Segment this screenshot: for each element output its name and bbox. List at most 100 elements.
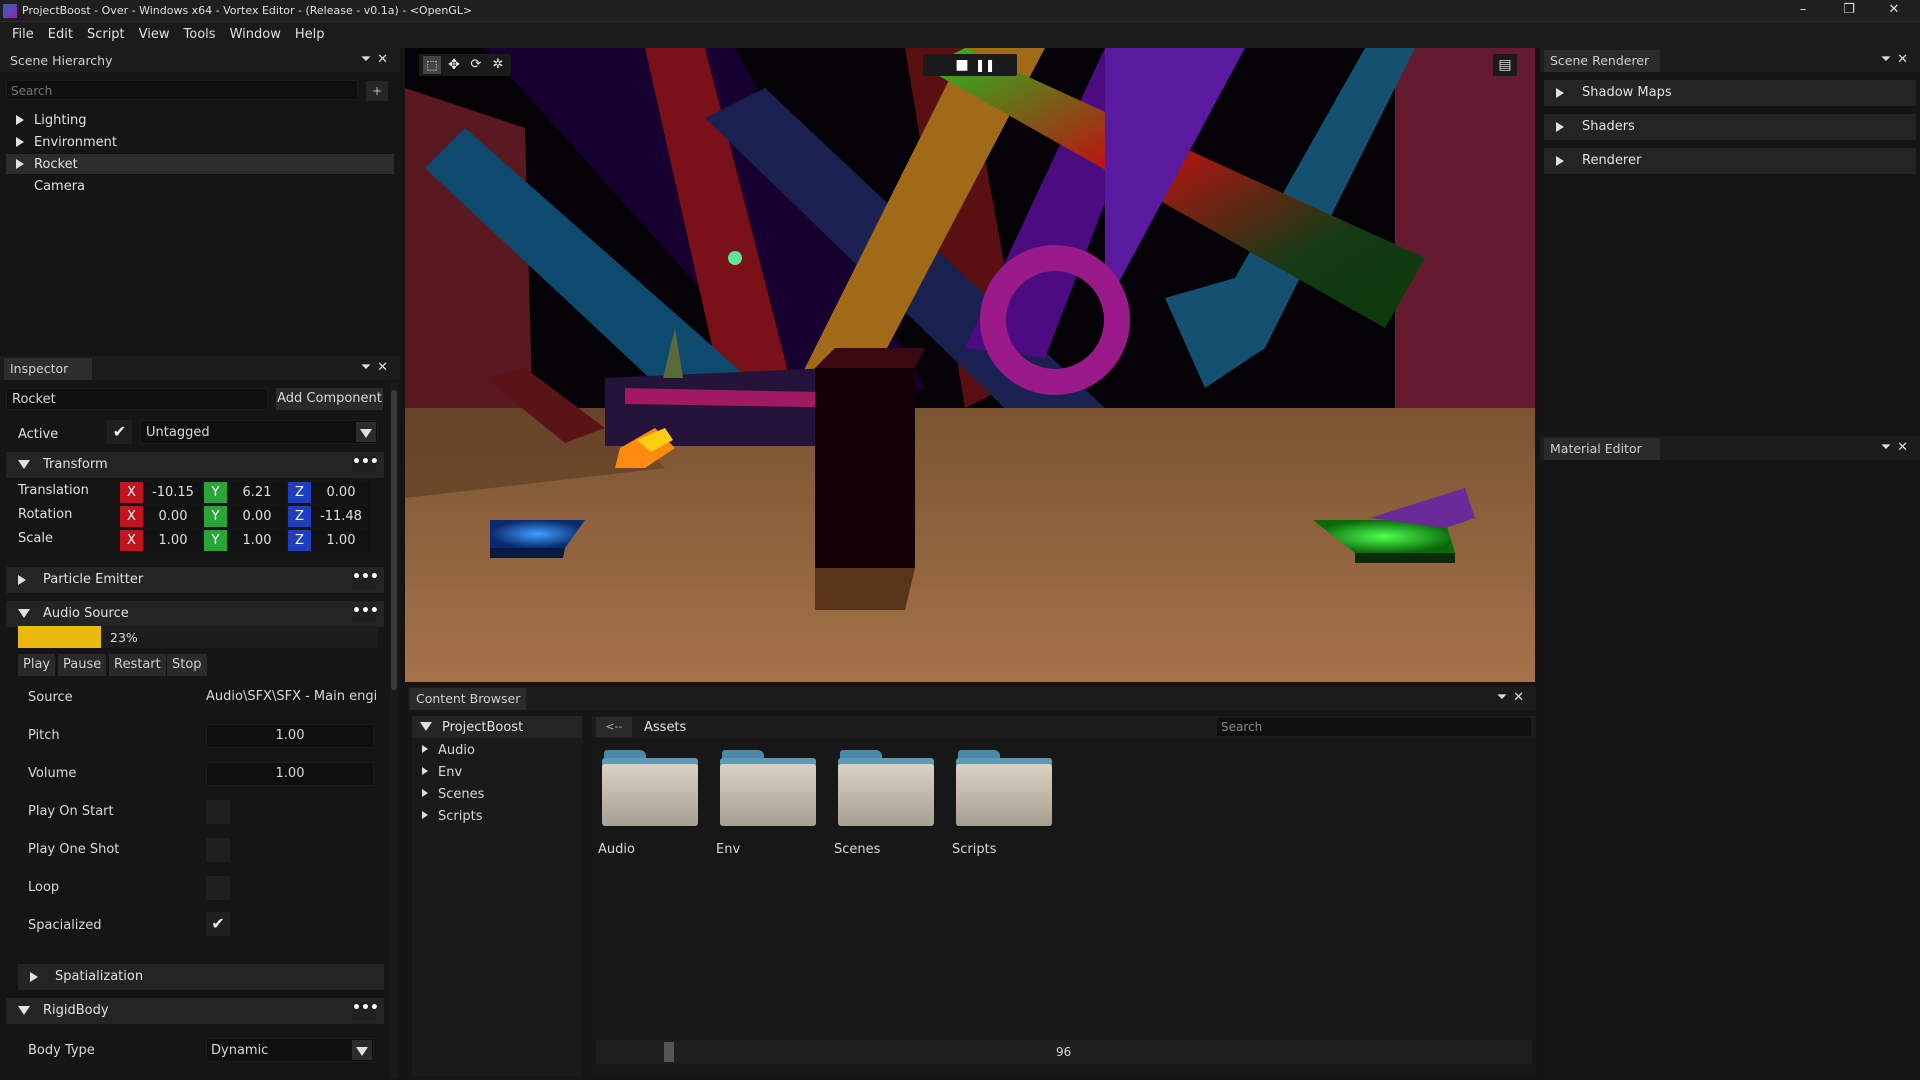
- play-on-start-checkbox[interactable]: [206, 800, 230, 824]
- body-type-dropdown[interactable]: Dynamic: [206, 1038, 374, 1062]
- spatialization-header[interactable]: Spatialization: [18, 964, 384, 990]
- folder-icon: [956, 750, 1052, 830]
- tree-item[interactable]: Scripts: [412, 806, 582, 826]
- maximize-button[interactable]: ❐: [1829, 0, 1869, 22]
- minimize-button[interactable]: –: [1783, 0, 1823, 22]
- hierarchy-item[interactable]: Camera: [6, 176, 394, 196]
- menu-window[interactable]: Window: [223, 22, 288, 48]
- transform-x-field[interactable]: -10.15: [144, 482, 202, 503]
- transform-y-field[interactable]: 6.21: [228, 482, 286, 503]
- tab-inspector[interactable]: Inspector: [4, 358, 92, 380]
- close-panel-icon[interactable]: ✕: [377, 360, 394, 375]
- folder-grid: Audio Env Scenes Scripts: [598, 750, 1528, 870]
- thumbnail-size-slider[interactable]: 96: [596, 1040, 1532, 1064]
- panel-options-icon[interactable]: ⏷: [1881, 52, 1897, 67]
- panel-options-icon[interactable]: ⏷: [1497, 690, 1513, 705]
- panel-options-icon[interactable]: ⏷: [361, 52, 377, 67]
- tree-item[interactable]: Env: [412, 762, 582, 782]
- add-entity-button[interactable]: +: [366, 81, 388, 101]
- tab-material-editor[interactable]: Material Editor: [1544, 438, 1660, 460]
- renderer-section-header[interactable]: Shadow Maps: [1544, 80, 1916, 106]
- assets-search-input[interactable]: Search: [1216, 717, 1532, 737]
- tab-content-browser[interactable]: Content Browser: [410, 688, 526, 710]
- menu-script[interactable]: Script: [80, 22, 132, 48]
- menu-view[interactable]: View: [132, 22, 177, 48]
- audio-source-header[interactable]: Audio Source •••: [6, 601, 384, 627]
- panel-options-icon[interactable]: ⏷: [1881, 440, 1897, 455]
- particle-emitter-header[interactable]: Particle Emitter •••: [6, 567, 384, 593]
- more-options-icon[interactable]: •••: [352, 604, 379, 623]
- transform-y-field[interactable]: 0.00: [228, 506, 286, 527]
- move-tool-icon[interactable]: ✥: [445, 56, 463, 74]
- expand-arrow-icon: [16, 159, 24, 169]
- play-one-shot-checkbox[interactable]: [206, 838, 230, 862]
- renderer-section-header[interactable]: Shaders: [1544, 114, 1916, 140]
- pause-button[interactable]: Pause: [58, 654, 107, 676]
- hierarchy-search-input[interactable]: Search: [6, 80, 358, 100]
- tree-item[interactable]: Audio: [412, 740, 582, 760]
- scene-viewport[interactable]: ⬚ ✥ ⟳ ✲ ■ ❚❚ ▤: [405, 48, 1535, 682]
- volume-field[interactable]: 1.00: [206, 762, 374, 786]
- hierarchy-item[interactable]: Rocket: [6, 154, 394, 174]
- entity-name-field[interactable]: Rocket: [6, 388, 268, 410]
- body-type-label: Body Type: [28, 1043, 95, 1058]
- menu-help[interactable]: Help: [288, 22, 332, 48]
- hierarchy-item[interactable]: Environment: [6, 132, 394, 152]
- transform-z-field[interactable]: 1.00: [312, 530, 370, 551]
- tree-item-label: Scenes: [438, 787, 485, 802]
- slider-thumb[interactable]: [664, 1042, 674, 1062]
- tab-scene-renderer[interactable]: Scene Renderer: [1544, 50, 1660, 72]
- rigidbody-header[interactable]: RigidBody •••: [6, 998, 384, 1024]
- tree-root[interactable]: ProjectBoost: [412, 716, 582, 738]
- axis-z-label: Z: [288, 506, 311, 527]
- play-button[interactable]: Play: [18, 654, 56, 676]
- menu-file[interactable]: File: [5, 22, 41, 48]
- pause-icon[interactable]: ❚❚: [975, 56, 995, 74]
- panel-options-icon[interactable]: ⏷: [361, 360, 377, 375]
- more-options-icon[interactable]: •••: [352, 1001, 379, 1020]
- close-window-button[interactable]: ✕: [1874, 0, 1914, 22]
- stop-button[interactable]: Stop: [167, 654, 207, 676]
- close-panel-icon[interactable]: ✕: [1513, 690, 1530, 705]
- rotate-tool-icon[interactable]: ⟳: [467, 56, 485, 74]
- more-options-icon[interactable]: •••: [352, 455, 379, 474]
- active-checkbox[interactable]: ✔: [107, 420, 132, 444]
- scale-tool-icon[interactable]: ✲: [489, 56, 507, 74]
- hierarchy-item[interactable]: Lighting: [6, 110, 394, 130]
- transform-z-field[interactable]: 0.00: [312, 482, 370, 503]
- stop-icon[interactable]: ■: [953, 56, 971, 74]
- loop-checkbox[interactable]: [206, 876, 230, 900]
- transform-grid: Translation X -10.15 Y 6.21 Z 0.00 Rotation X 0.0…: [0, 482, 390, 554]
- transform-y-field[interactable]: 1.00: [228, 530, 286, 551]
- close-panel-icon[interactable]: ✕: [377, 52, 394, 67]
- pitch-field[interactable]: 1.00: [206, 724, 374, 748]
- menu-edit[interactable]: Edit: [41, 22, 80, 48]
- back-button[interactable]: <--: [596, 717, 632, 737]
- renderer-section-header[interactable]: Renderer: [1544, 148, 1916, 174]
- add-component-button[interactable]: Add Component: [276, 388, 383, 410]
- folder-item[interactable]: Scripts: [952, 750, 1062, 870]
- transform-z-field[interactable]: -11.48: [312, 506, 370, 527]
- spacialized-checkbox[interactable]: ✔: [206, 912, 230, 936]
- more-options-icon[interactable]: •••: [352, 570, 379, 589]
- transform-header[interactable]: Transform •••: [6, 452, 384, 478]
- transform-x-field[interactable]: 1.00: [144, 530, 202, 551]
- tree-item[interactable]: Scenes: [412, 784, 582, 804]
- folder-item[interactable]: Env: [716, 750, 826, 870]
- expand-arrow-icon: [1556, 122, 1564, 132]
- close-panel-icon[interactable]: ✕: [1897, 440, 1914, 455]
- select-tool-icon[interactable]: ⬚: [423, 56, 441, 74]
- transform-x-field[interactable]: 0.00: [144, 506, 202, 527]
- folder-item[interactable]: Scenes: [834, 750, 944, 870]
- tab-scene-hierarchy[interactable]: Scene Hierarchy: [4, 50, 119, 72]
- tag-dropdown[interactable]: Untagged: [140, 420, 378, 444]
- folder-item[interactable]: Audio: [598, 750, 708, 870]
- viewport-settings-icon[interactable]: ▤: [1493, 54, 1517, 76]
- inspector-scrollbar[interactable]: [390, 382, 398, 1078]
- scrollbar-thumb[interactable]: [391, 390, 397, 690]
- audio-progress-bar[interactable]: 23%: [18, 626, 378, 648]
- restart-button[interactable]: Restart: [109, 654, 166, 676]
- menu-tools[interactable]: Tools: [177, 22, 223, 48]
- source-field[interactable]: Audio\SFX\SFX - Main engir: [206, 686, 378, 708]
- close-panel-icon[interactable]: ✕: [1897, 52, 1914, 67]
